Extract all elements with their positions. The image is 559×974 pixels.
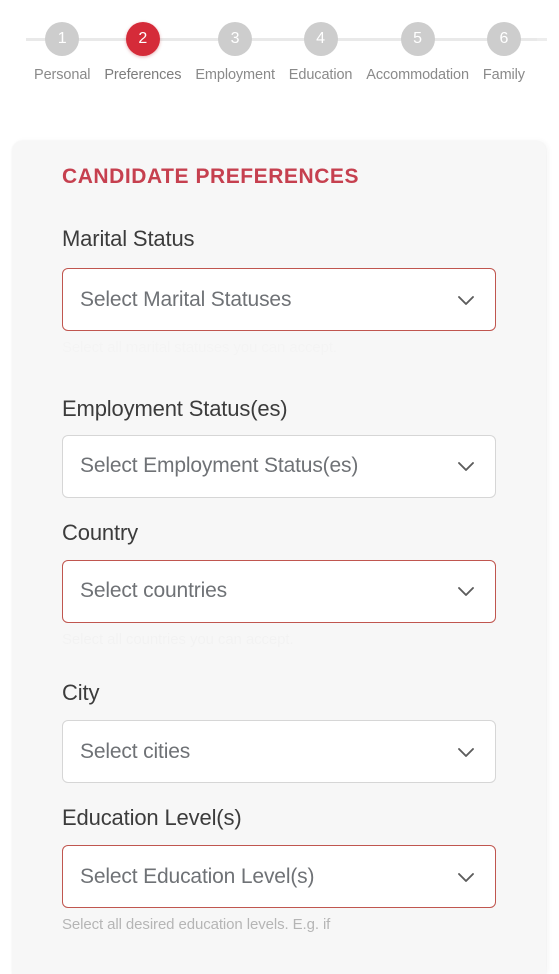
select-education-level[interactable]: Select Education Level(s) — [62, 845, 496, 908]
step-item-family[interactable]: 6 Family — [483, 22, 525, 83]
candidate-preferences-screen: 1 Personal 2 Preferences 3 Employment 4 … — [0, 0, 559, 974]
select-marital-status[interactable]: Select Marital Statuses — [62, 268, 496, 331]
chevron-down-icon — [453, 864, 479, 890]
step-number-2[interactable]: 2 — [125, 22, 160, 56]
chevron-down-icon — [453, 453, 479, 479]
step-number-4[interactable]: 4 — [303, 22, 338, 56]
chevron-down-icon — [453, 578, 479, 604]
select-country-value: Select countries — [80, 579, 228, 602]
field-marital-status: Marital Status Select Marital Statuses S… — [62, 226, 496, 358]
select-employment-status-value: Select Employment Status(es) — [80, 454, 359, 477]
step-item-personal[interactable]: 1 Personal — [34, 22, 91, 83]
stepper-track: 1 Personal 2 Preferences 3 Employment 4 … — [12, 0, 547, 83]
step-item-education[interactable]: 4 Education — [288, 22, 353, 83]
chevron-down-icon — [453, 739, 479, 765]
label-city: City — [62, 680, 100, 705]
select-employment-status[interactable]: Select Employment Status(es) — [62, 434, 496, 498]
step-item-accommodation[interactable]: 5 Accommodation — [366, 22, 469, 83]
step-label-preferences: Preferences — [104, 67, 182, 83]
label-employment-status: Employment Status(es) — [62, 395, 288, 421]
chevron-down-icon — [453, 287, 479, 313]
step-label-family: Family — [482, 67, 525, 83]
field-country: Country Select countries Select all coun… — [62, 520, 496, 650]
label-marital-status: Marital Status — [62, 226, 195, 251]
form-wizard-stepper: 1 Personal 2 Preferences 3 Employment 4 … — [0, 0, 559, 110]
select-country[interactable]: Select countries — [62, 559, 496, 623]
step-number-6[interactable]: 6 — [486, 22, 521, 56]
step-number-5[interactable]: 5 — [400, 22, 435, 56]
step-label-personal: Personal — [34, 67, 91, 83]
step-number-1[interactable]: 1 — [45, 22, 80, 56]
hint-education-level: Select all desired education levels. E.g… — [62, 916, 331, 933]
label-education-level: Education Level(s) — [62, 805, 242, 830]
select-education-level-value: Select Education Level(s) — [80, 864, 315, 888]
hint-country: Select all countries you can accept. — [62, 630, 496, 650]
step-label-employment: Employment — [195, 67, 275, 83]
step-number-3[interactable]: 3 — [218, 22, 253, 56]
hint-marital-status: Select all marital statuses you can acce… — [62, 338, 496, 358]
select-city[interactable]: Select cities — [62, 720, 496, 783]
page-title: CANDIDATE PREFERENCES — [62, 165, 360, 188]
field-employment-status: Employment Status(es) Select Employment … — [62, 396, 496, 498]
step-label-education: Education — [288, 67, 353, 83]
label-country: Country — [62, 519, 138, 545]
select-city-value: Select cities — [80, 739, 191, 763]
preferences-card: CANDIDATE PREFERENCES Marital Status Sel… — [12, 141, 546, 974]
select-marital-status-value: Select Marital Statuses — [80, 287, 292, 311]
field-city: City Select cities — [62, 680, 496, 783]
step-label-accommodation: Accommodation — [366, 67, 469, 83]
step-item-employment[interactable]: 3 Employment — [195, 22, 275, 83]
field-education-level: Education Level(s) Select Education Leve… — [62, 805, 496, 935]
stepper-connector-stub — [537, 38, 547, 41]
step-item-preferences[interactable]: 2 Preferences — [104, 22, 182, 83]
